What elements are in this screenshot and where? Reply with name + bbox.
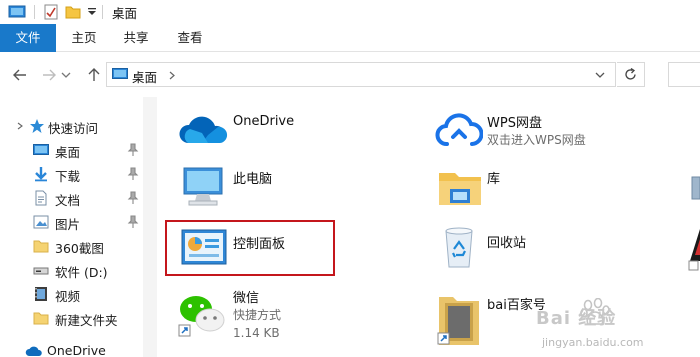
up-arrow-icon [88,68,100,81]
up-button[interactable] [85,66,103,84]
video-icon [35,287,47,301]
list-item-wps-drive[interactable]: WPS网盘 双击进入WPS网盘 [433,109,673,155]
desktop-icon [33,144,49,155]
breadcrumb-chevron-icon[interactable] [169,71,175,80]
partial-item-icon[interactable] [688,175,700,203]
refresh-button[interactable] [617,62,645,87]
list-item-wechat[interactable]: 微信 快捷方式 1.14 KB [176,283,366,353]
sidebar-item-downloads[interactable]: 下载 [0,162,158,186]
item-name: 微信 [233,291,260,306]
watermark-url: jingyan.baidu.com [542,336,644,349]
tab-view[interactable]: 查看 [170,24,210,52]
sidebar-item-videos[interactable]: 视频 [0,282,158,306]
sidebar-item-label: 新建文件夹 [55,313,118,328]
title-bar: 桌面 [0,0,700,24]
sidebar-item-quick-access[interactable]: 快速访问 [0,114,158,138]
ribbon-tabs: 文件 主页 共享 查看 [0,24,700,52]
sidebar-item-label: 视频 [55,289,81,304]
item-name: 库 [487,172,501,187]
back-button[interactable] [11,66,29,84]
sidebar-item-label: 360截图 [55,241,104,256]
item-name: 此电脑 [233,172,273,187]
item-name: 回收站 [487,236,527,251]
sidebar-item-label: 文档 [55,193,81,208]
new-folder-icon[interactable] [65,5,81,19]
pin-icon[interactable] [127,191,139,205]
star-icon [30,119,44,133]
desktop-icon [112,68,128,79]
sidebar-item-drive-d[interactable]: 软件 (D:) [0,258,158,282]
sidebar-item-label: 快速访问 [48,121,99,136]
wechat-icon [178,296,225,337]
tab-share[interactable]: 共享 [116,24,156,52]
item-name: OneDrive [233,114,295,129]
sidebar-item-label: 桌面 [55,145,81,160]
forward-button[interactable] [40,66,58,84]
address-bar[interactable]: 桌面 [106,62,616,87]
address-row: 桌面 [0,52,700,97]
baijiahao-icon [437,297,479,345]
item-subtitle: 双击进入WPS网盘 [487,133,586,147]
sidebar-item-desktop[interactable]: 桌面 [0,138,158,162]
computer-icon [183,167,223,206]
pin-icon[interactable] [127,143,139,157]
pin-icon[interactable] [127,167,139,181]
list-item-this-pc[interactable]: 此电脑 [176,163,366,211]
chevron-down-icon [61,72,71,78]
back-arrow-icon [13,69,26,81]
picture-icon [33,215,49,229]
onedrive-icon [179,116,228,143]
watermark: Bai 经验 jingyan.baidu.com [536,296,700,354]
search-input[interactable] [668,62,700,87]
sidebar-item-onedrive[interactable]: OneDrive [0,339,158,357]
folder-icon [33,312,49,325]
folder-icon [33,240,49,253]
item-name: WPS网盘 [487,116,542,131]
pin-icon[interactable] [127,215,139,229]
highlight-annotation [165,220,335,276]
sidebar-item-label: 软件 (D:) [55,265,108,280]
item-size: 1.14 KB [233,326,280,340]
list-item-recycle-bin[interactable]: 回收站 [433,225,633,271]
sidebar-item-new-folder[interactable]: 新建文件夹 [0,306,158,330]
customize-quick-access-icon[interactable] [87,8,97,16]
document-icon [35,190,47,206]
window-title: 桌面 [112,6,138,21]
navigation-scrollbar[interactable] [143,97,157,357]
forward-arrow-icon [43,69,56,81]
item-type: 快捷方式 [233,308,282,322]
partial-item-icon[interactable] [688,225,700,271]
sidebar-item-pictures[interactable]: 图片 [0,210,158,234]
drive-icon [33,267,49,275]
sidebar-item-documents[interactable]: 文档 [0,186,158,210]
wps-cloud-icon [435,113,483,146]
quick-access-separator [34,5,35,19]
list-item-libraries[interactable]: 库 [433,163,633,211]
tab-home[interactable]: 主页 [64,24,104,52]
address-path: 桌面 [132,70,158,85]
address-dropdown-icon[interactable] [595,72,605,78]
sidebar-item-label: 图片 [55,217,81,232]
title-separator [102,5,103,19]
recycle-bin-icon [445,227,473,268]
sidebar-item-label: OneDrive [47,343,106,357]
window-icon [8,5,26,18]
expand-chevron-icon[interactable] [17,122,23,130]
library-icon [439,173,481,205]
refresh-icon [625,68,636,80]
tab-file[interactable]: 文件 [0,24,56,52]
download-icon [35,167,47,182]
onedrive-icon [25,346,42,356]
sidebar-item-360-screenshots[interactable]: 360截图 [0,234,158,258]
recent-locations-button[interactable] [60,66,72,84]
watermark-brand: Bai 经验 [536,308,617,329]
properties-icon[interactable] [44,4,58,20]
navigation-pane: 快速访问 桌面 下载 文档 图片 360截图 软件 (D:) 视频 新建文件夹 [0,97,158,357]
sidebar-item-label: 下载 [55,169,81,184]
list-item-onedrive[interactable]: OneDrive [176,109,366,155]
